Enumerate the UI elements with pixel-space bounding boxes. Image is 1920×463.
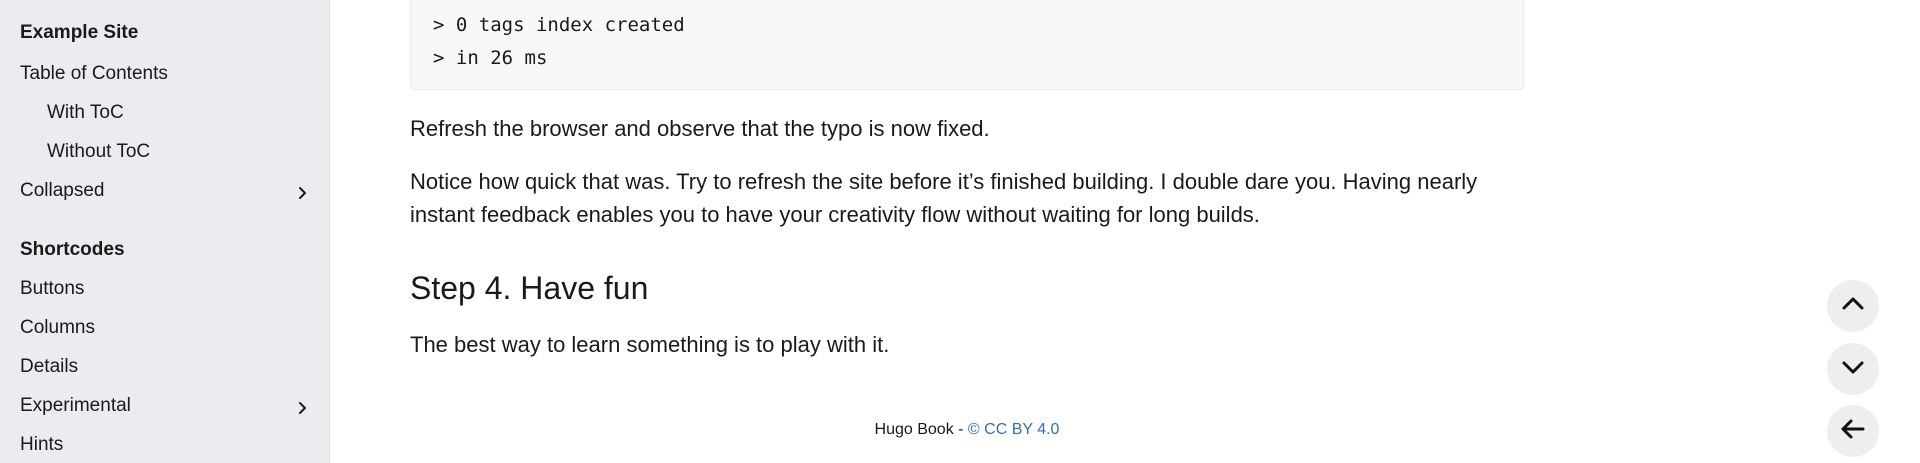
chevron-right-icon[interactable] <box>295 399 309 414</box>
section-title-shortcodes: Shortcodes <box>20 239 125 260</box>
scroll-up-button[interactable] <box>1827 280 1879 332</box>
sidebar-item-label: Columns <box>20 317 95 338</box>
code-line: > 0 tags index created <box>433 14 685 36</box>
sidebar-item-buttons[interactable]: Buttons <box>20 278 309 300</box>
sidebar-item-label: Buttons <box>20 278 85 299</box>
sidebar-item-experimental[interactable]: Experimental <box>20 395 309 417</box>
footer-text: Hugo Book - <box>874 421 968 438</box>
chevron-down-icon <box>1840 354 1866 385</box>
sidebar-item-table-of-contents[interactable]: Table of Contents <box>20 63 309 85</box>
code-block: > 0 tags index created > in 26 ms <box>410 0 1524 90</box>
sidebar-item-with-toc[interactable]: With ToC <box>47 102 309 124</box>
scroll-down-button[interactable] <box>1827 343 1879 395</box>
back-button[interactable] <box>1827 405 1879 457</box>
footer: Hugo Book - © CC BY 4.0 <box>410 421 1524 439</box>
sidebar-item-label: Table of Contents <box>20 63 168 84</box>
sidebar-item-label: Without ToC <box>47 141 151 162</box>
sidebar: Example Site Table of Contents With ToC … <box>0 0 330 463</box>
sidebar-item-label: Details <box>20 356 79 377</box>
arrow-left-icon <box>1839 416 1867 447</box>
main-content: > 0 tags index created > in 26 ms Refres… <box>410 0 1525 463</box>
sidebar-item-label: Collapsed <box>20 180 105 201</box>
sidebar-item-without-toc[interactable]: Without ToC <box>47 141 309 163</box>
paragraph-best-way: The best way to learn something is to pl… <box>410 332 890 357</box>
license-link[interactable]: © CC BY 4.0 <box>968 421 1060 438</box>
sidebar-item-hints[interactable]: Hints <box>20 434 309 456</box>
sidebar-item-details[interactable]: Details <box>20 356 309 378</box>
paragraph-refresh: Refresh the browser and observe that the… <box>410 116 990 141</box>
sidebar-item-label: Hints <box>20 434 64 455</box>
paragraph-notice: Notice how quick that was. Try to refres… <box>410 169 1478 227</box>
sidebar-item-columns[interactable]: Columns <box>20 317 309 339</box>
heading-step-4: Step 4. Have fun <box>410 270 649 306</box>
sidebar-item-label: Experimental <box>20 395 131 416</box>
site-title[interactable]: Example Site <box>20 22 138 44</box>
chevron-up-icon <box>1840 291 1866 322</box>
chevron-right-icon[interactable] <box>295 184 309 199</box>
sidebar-item-collapsed[interactable]: Collapsed <box>20 180 309 202</box>
sidebar-item-label: With ToC <box>47 102 124 123</box>
code-line: > in 26 ms <box>433 47 548 69</box>
